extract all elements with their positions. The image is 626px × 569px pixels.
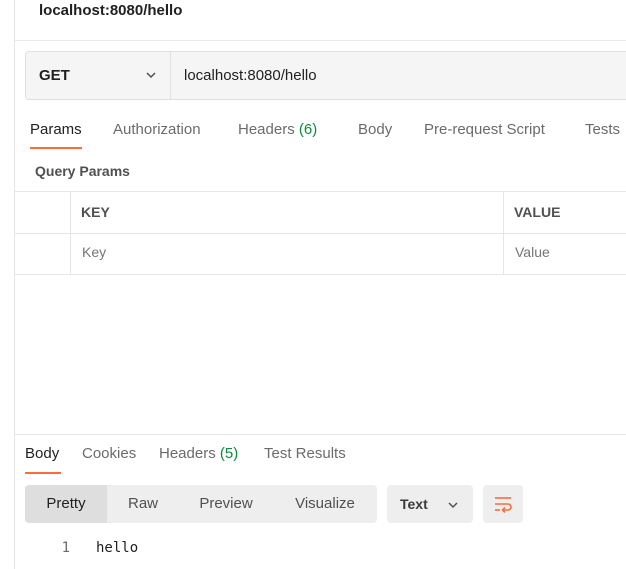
tab-count: (6) <box>298 121 318 138</box>
tab-body[interactable]: Body <box>358 121 392 138</box>
request-title: localhost:8080/hello <box>39 2 183 19</box>
tab-pre-request-script[interactable]: Pre-request Script <box>424 121 545 138</box>
url-input[interactable]: localhost:8080/hello <box>184 52 317 99</box>
tab-label: Cookies <box>82 445 137 462</box>
table-col-divider <box>70 191 71 275</box>
active-tab-indicator <box>30 147 82 149</box>
view-pretty[interactable]: Pretty <box>25 485 107 523</box>
tab-response-body[interactable]: Body <box>25 445 59 462</box>
tab-label: Authorization <box>113 121 201 138</box>
tab-label: Body <box>25 445 60 462</box>
column-header-key: KEY <box>81 204 110 220</box>
table-border-bottom <box>15 274 626 275</box>
tab-label: Pre-request Script <box>424 121 545 138</box>
tab-test-results[interactable]: Test Results <box>264 445 346 462</box>
response-divider <box>15 434 626 435</box>
tab-label: Body <box>358 121 393 138</box>
format-label: Text <box>400 496 428 512</box>
table-border-top <box>15 191 626 192</box>
query-params-table: KEY VALUE <box>15 191 626 275</box>
tab-label: Headers <box>238 121 295 138</box>
tab-response-headers[interactable]: Headers (5) <box>159 445 238 462</box>
tab-count: (5) <box>219 445 239 462</box>
param-key-input[interactable] <box>82 244 482 260</box>
active-response-tab-indicator <box>25 472 61 474</box>
param-value-input[interactable] <box>515 244 615 260</box>
title-divider <box>15 40 626 41</box>
tab-cookies[interactable]: Cookies <box>82 445 136 462</box>
view-visualize[interactable]: Visualize <box>273 485 377 523</box>
method-label: GET <box>39 67 70 84</box>
method-dropdown[interactable]: GET <box>26 52 170 99</box>
table-col-divider <box>503 191 504 275</box>
view-raw[interactable]: Raw <box>107 485 179 523</box>
chevron-down-icon <box>146 72 156 79</box>
chevron-down-icon <box>448 502 458 509</box>
tab-authorization[interactable]: Authorization <box>113 121 201 138</box>
column-header-value: VALUE <box>514 204 561 220</box>
tab-label: Params <box>30 121 82 138</box>
format-dropdown[interactable]: Text <box>387 485 473 523</box>
url-bar: GET localhost:8080/hello <box>25 51 626 100</box>
tab-label: Tests <box>585 121 621 138</box>
tab-headers[interactable]: Headers (6) <box>238 121 317 138</box>
tab-tests[interactable]: Tests <box>585 121 620 138</box>
url-separator <box>170 52 171 99</box>
view-preview[interactable]: Preview <box>179 485 273 523</box>
wrap-lines-icon <box>495 497 512 513</box>
response-body-text: hello <box>96 540 139 556</box>
wrap-lines-button[interactable] <box>483 485 523 523</box>
sidebar-border <box>14 0 15 569</box>
query-params-heading: Query Params <box>35 163 130 179</box>
tab-params[interactable]: Params <box>30 121 82 138</box>
tab-label: Headers <box>159 445 216 462</box>
tab-label: Test Results <box>264 445 346 462</box>
table-row-divider <box>15 233 626 234</box>
view-mode-switch: Pretty Raw Preview Visualize <box>25 485 377 523</box>
line-number: 1 <box>61 540 70 556</box>
